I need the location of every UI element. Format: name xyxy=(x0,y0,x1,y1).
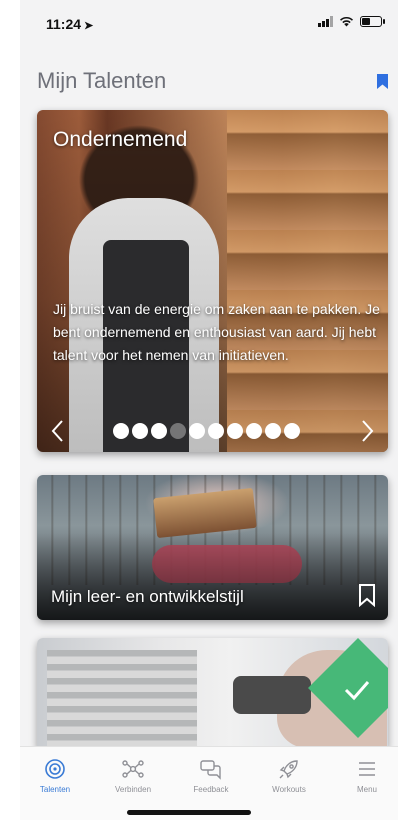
learning-style-title: Mijn leer- en ontwikkelstijl xyxy=(51,587,244,606)
talent-title: Ondernemend xyxy=(53,128,188,151)
tab-workouts[interactable]: Workouts xyxy=(254,757,324,794)
tab-feedback[interactable]: Feedback xyxy=(176,757,246,794)
carousel-dot[interactable] xyxy=(246,423,262,439)
carousel-dot[interactable] xyxy=(132,423,148,439)
tab-label: Feedback xyxy=(193,785,229,794)
tab-menu[interactable]: Menu xyxy=(332,757,398,794)
location-icon: ➤ xyxy=(84,20,94,32)
network-icon xyxy=(122,760,144,778)
learning-style-card[interactable]: Mijn leer- en ontwikkelstijl xyxy=(37,475,388,620)
app-screen: 11:24 ➤ Mijn Talenten Ondernemend Jij bru… xyxy=(20,0,398,820)
menu-icon xyxy=(359,762,375,776)
status-time: 11:24 ➤ xyxy=(46,16,93,32)
check-icon xyxy=(308,638,388,738)
tab-bar: Talenten Verbinden Feedback Workouts Men… xyxy=(20,746,398,820)
carousel-dot[interactable] xyxy=(265,423,281,439)
rocket-icon xyxy=(279,760,298,779)
chat-icon xyxy=(200,760,221,780)
carousel-dot[interactable] xyxy=(208,423,224,439)
carousel-dot[interactable] xyxy=(151,423,167,439)
target-icon xyxy=(45,759,65,779)
carousel-dot[interactable] xyxy=(170,423,186,439)
home-indicator xyxy=(127,810,251,815)
time-text: 11:24 xyxy=(46,16,82,32)
page-header: Mijn Talenten xyxy=(20,60,398,100)
page-title: Mijn Talenten xyxy=(37,68,167,93)
status-icons xyxy=(318,16,385,27)
tab-label: Workouts xyxy=(272,785,306,794)
tab-label: Talenten xyxy=(39,785,71,794)
carousel-dot[interactable] xyxy=(113,423,129,439)
tab-label: Verbinden xyxy=(114,785,152,794)
wifi-icon xyxy=(340,16,353,27)
status-bar: 11:24 ➤ xyxy=(20,0,398,48)
talent-card[interactable]: Ondernemend Jij bruist van de energie om… xyxy=(37,110,388,452)
carousel-dots[interactable] xyxy=(113,423,300,439)
building-graphic xyxy=(47,650,197,748)
tab-label: Menu xyxy=(356,785,377,794)
previous-arrow-icon[interactable] xyxy=(47,418,69,444)
carousel-dot[interactable] xyxy=(284,423,300,439)
battery-icon xyxy=(360,16,385,27)
bookmark-icon[interactable] xyxy=(377,74,388,89)
next-arrow-icon[interactable] xyxy=(356,418,378,444)
talent-description: Jij bruist van de energie om zaken aan t… xyxy=(53,301,380,363)
signal-icon xyxy=(318,16,333,27)
carousel-dot[interactable] xyxy=(189,423,205,439)
carousel-dot[interactable] xyxy=(227,423,243,439)
workout-card[interactable] xyxy=(37,638,388,748)
bread-shelves xyxy=(227,110,388,452)
tab-verbinden[interactable]: Verbinden xyxy=(98,757,168,794)
bookmark-outline-icon[interactable] xyxy=(358,583,376,607)
tab-talenten[interactable]: Talenten xyxy=(20,757,90,794)
